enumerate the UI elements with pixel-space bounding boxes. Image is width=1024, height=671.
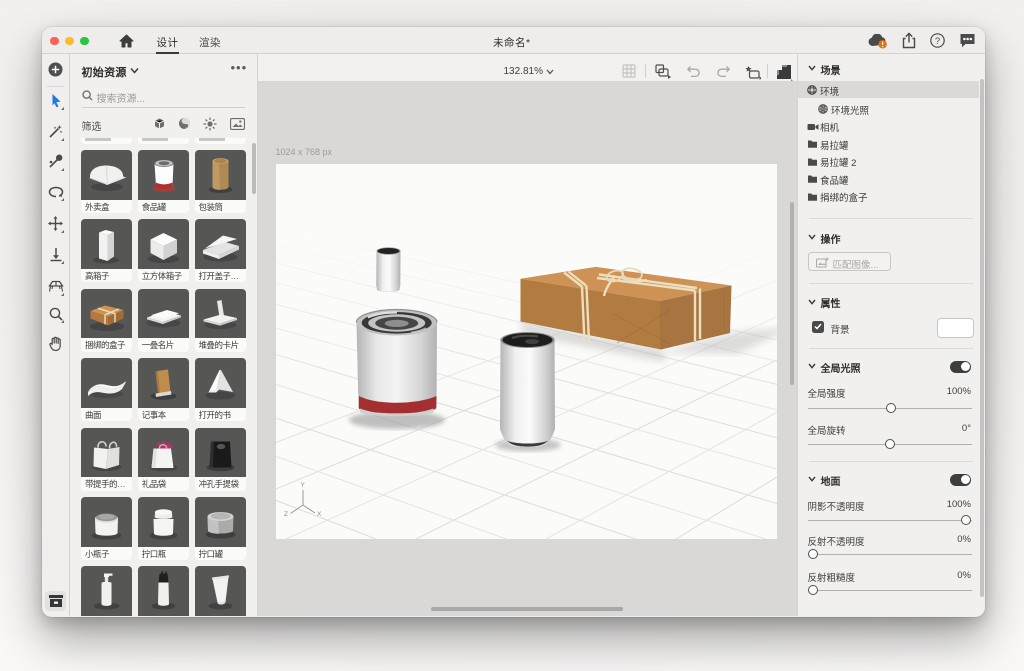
svg-text:?: ? xyxy=(935,36,940,47)
svg-text:Z: Z xyxy=(284,511,288,518)
svg-text:Y: Y xyxy=(300,482,305,489)
svg-text:X: X xyxy=(317,511,322,518)
